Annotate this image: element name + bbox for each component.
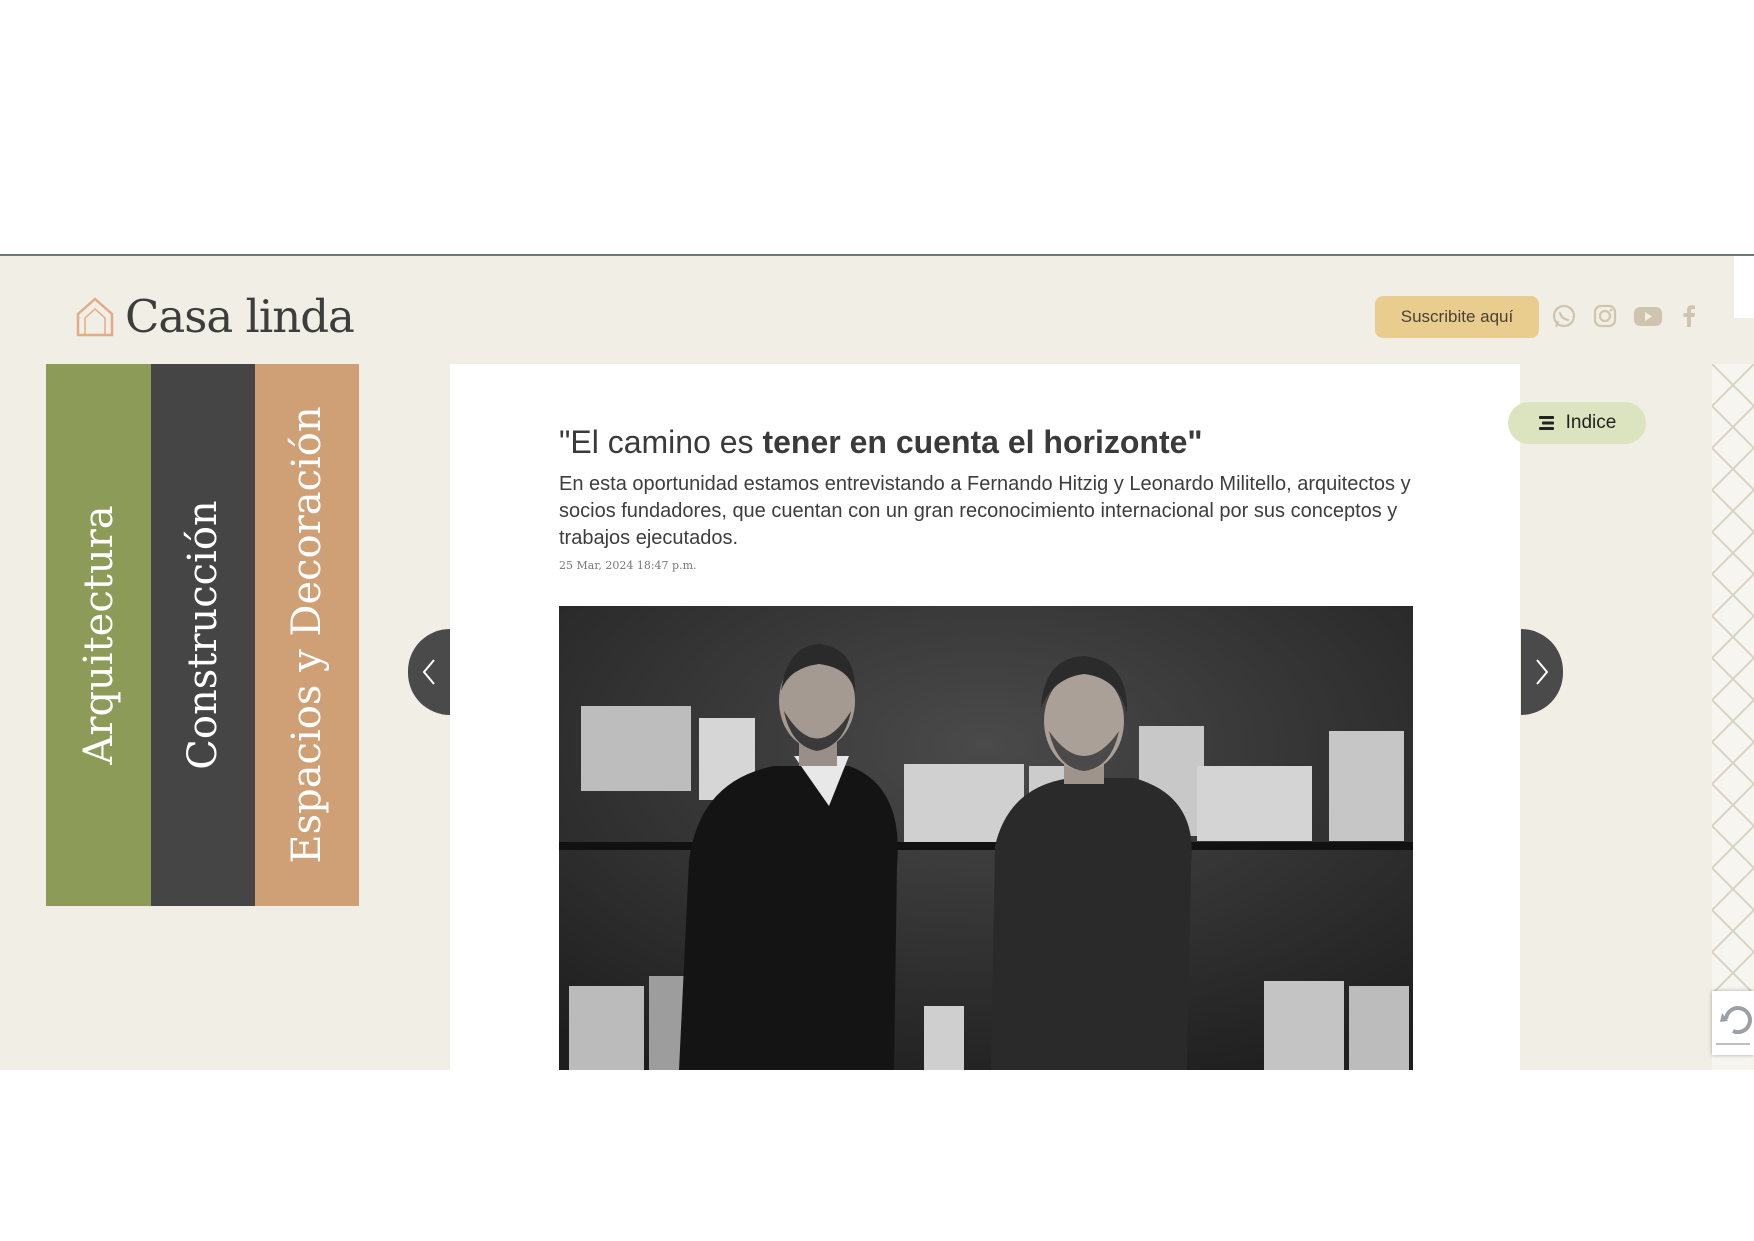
- category-label: Construcción: [180, 500, 226, 770]
- house-icon: [76, 296, 114, 336]
- recaptcha-badge[interactable]: [1712, 991, 1754, 1055]
- index-label: Indice: [1565, 412, 1617, 433]
- brand-logo[interactable]: Casa linda: [75, 290, 355, 343]
- youtube-icon[interactable]: [1632, 302, 1664, 330]
- article-date: 25 Mar, 2024 18:47 p.m.: [559, 559, 697, 572]
- next-article-button[interactable]: [1521, 629, 1563, 715]
- subscribe-button[interactable]: Suscribite aquí: [1375, 296, 1539, 338]
- whatsapp-icon[interactable]: [1550, 302, 1578, 330]
- article-title: "El camino es tener en cuenta el horizon…: [559, 424, 1203, 461]
- page-gutter: [1734, 256, 1754, 318]
- facebook-icon[interactable]: [1675, 302, 1703, 330]
- index-button[interactable]: Indice: [1508, 402, 1646, 444]
- list-icon: [1538, 416, 1554, 430]
- category-label: Arquitectura: [75, 505, 122, 765]
- category-espacios-decoracion[interactable]: Espacios y Decoración: [255, 364, 359, 906]
- decorative-pattern: [1712, 364, 1754, 1070]
- site-page: Casa linda Suscribite aquí Arquitectura …: [0, 254, 1754, 1070]
- category-arquitectura[interactable]: Arquitectura: [46, 364, 151, 906]
- title-regular: "El camino es: [559, 424, 763, 460]
- article-photo: [559, 606, 1413, 1070]
- instagram-icon[interactable]: [1591, 302, 1619, 330]
- article-summary: En esta oportunidad estamos entrevistand…: [559, 473, 1411, 549]
- brand-name: Casa linda: [125, 290, 355, 343]
- category-construccion[interactable]: Construcción: [151, 364, 255, 906]
- chevron-left-icon: [422, 659, 435, 685]
- chevron-right-icon: [1536, 659, 1549, 685]
- category-tabs: Arquitectura Construcción Espacios y Dec…: [46, 364, 359, 906]
- recaptcha-icon: [1716, 1006, 1752, 1045]
- previous-article-button[interactable]: [408, 629, 450, 715]
- category-label: Espacios y Decoración: [284, 406, 330, 864]
- title-bold: tener en cuenta el horizonte": [762, 424, 1203, 460]
